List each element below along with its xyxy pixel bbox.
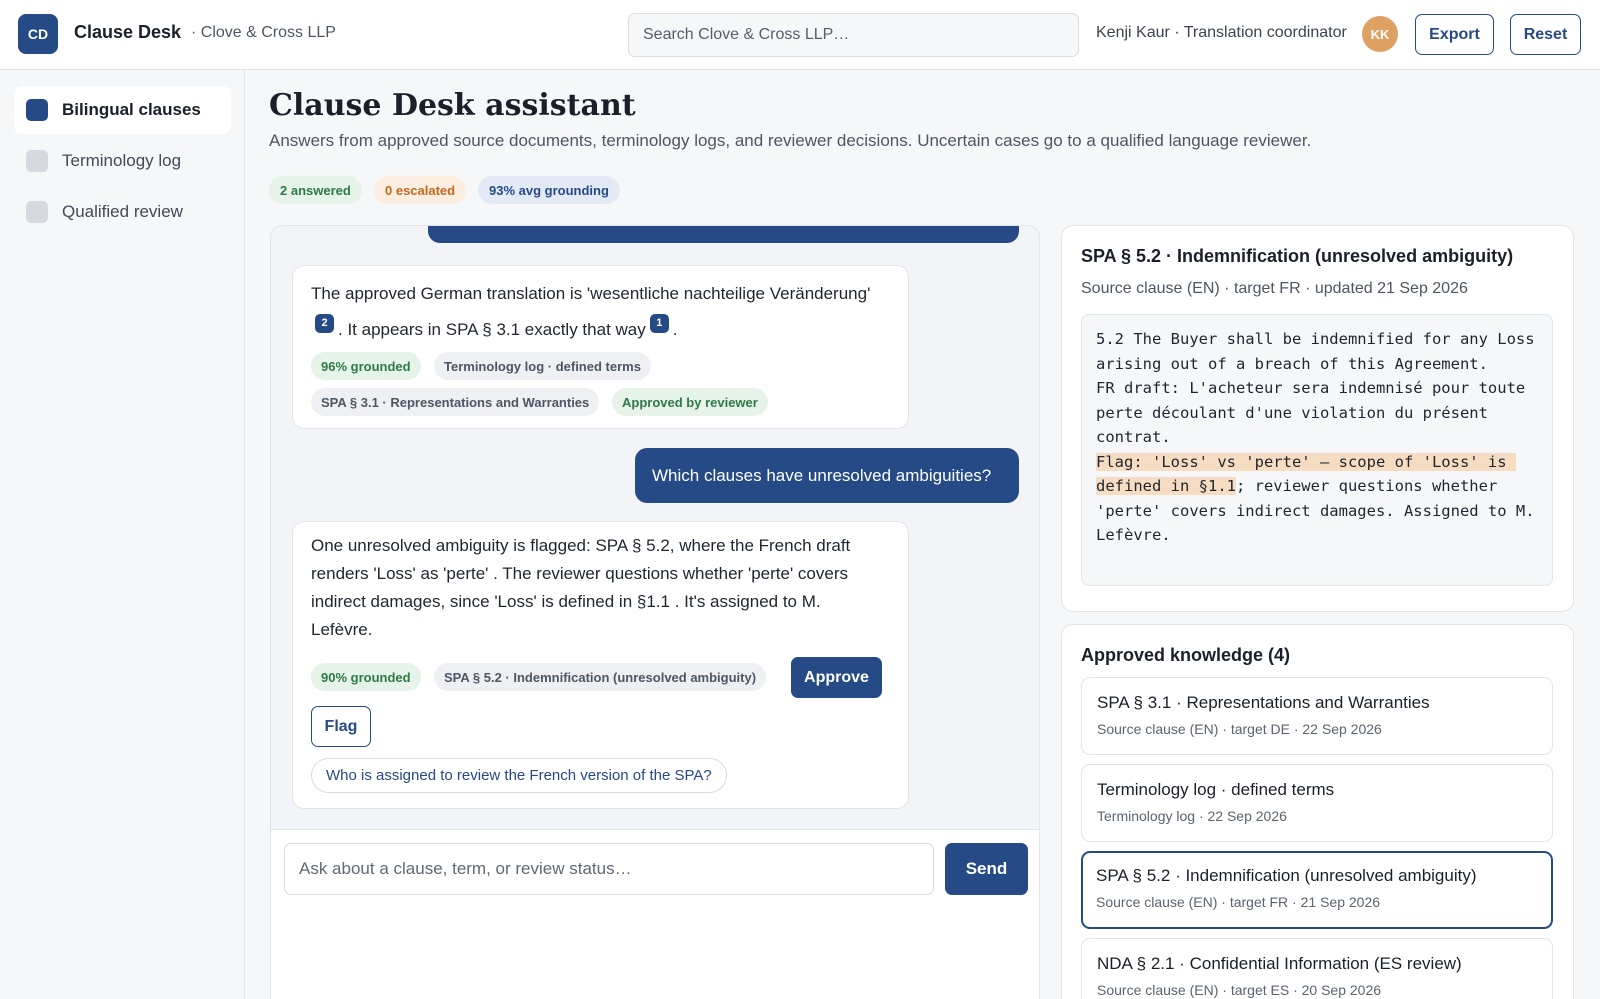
clause-title: SPA § 5.2 · Indemnification (unresolved …: [1081, 246, 1514, 266]
approve-button[interactable]: Approve: [791, 657, 882, 698]
knowledge-item-selected[interactable]: SPA § 5.2 · Indemnification (unresolved …: [1081, 851, 1553, 929]
sidebar-item-label: Terminology log: [62, 151, 182, 170]
page-title: Clause Desk assistant: [269, 88, 636, 123]
nav-square-icon: [26, 150, 48, 172]
sidebar-item-label: Qualified review: [62, 202, 183, 221]
chat-panel: The approved German translation is 'wese…: [270, 225, 1040, 999]
knowledge-item-meta: Source clause (EN) · target DE · 22 Sep …: [1097, 721, 1382, 737]
knowledge-item-meta: Source clause (EN) · target ES · 20 Sep …: [1097, 982, 1382, 998]
app-logo: CD: [18, 14, 58, 54]
grounded-badge: 96% grounded: [311, 352, 421, 380]
assistant-message: The approved German translation is 'wese…: [292, 265, 909, 429]
app-name: Clause Desk: [74, 22, 182, 42]
nav-square-icon: [26, 99, 48, 121]
user-message: Which clauses have unresolved ambiguitie…: [635, 448, 1019, 503]
search-input[interactable]: [628, 13, 1079, 57]
avatar[interactable]: KK: [1362, 16, 1398, 52]
clause-meta: Source clause (EN) · target FR · updated…: [1081, 280, 1468, 297]
send-button[interactable]: Send: [945, 843, 1028, 895]
knowledge-item-title: SPA § 3.1 · Representations and Warranti…: [1097, 693, 1430, 712]
knowledge-item[interactable]: NDA § 2.1 · Confidential Information (ES…: [1081, 938, 1553, 999]
assistant-message: One unresolved ambiguity is flagged: SPA…: [292, 521, 909, 809]
knowledge-item[interactable]: SPA § 3.1 · Representations and Warranti…: [1081, 677, 1553, 755]
export-button[interactable]: Export: [1415, 14, 1494, 55]
escalated-badge: 0 escalated: [374, 176, 467, 204]
knowledge-item[interactable]: Terminology log · defined terms Terminol…: [1081, 764, 1553, 842]
assistant-message-text: One unresolved ambiguity is flagged: SPA…: [311, 536, 851, 639]
source-chip[interactable]: Terminology log · defined terms: [434, 352, 651, 380]
sidebar: Bilingual clauses Terminology log Qualif…: [0, 70, 245, 999]
grounded-badge: 90% grounded: [311, 663, 421, 691]
sidebar-item-label: Bilingual clauses: [62, 100, 201, 119]
sidebar-item-bilingual-clauses[interactable]: Bilingual clauses: [14, 86, 231, 134]
citation-marker[interactable]: 1: [649, 314, 669, 333]
page-subtitle: Answers from approved source documents, …: [269, 131, 1312, 150]
clause-detail-panel: SPA § 5.2 · Indemnification (unresolved …: [1061, 225, 1574, 612]
previous-user-message: [428, 226, 1019, 243]
user-info: Kenji Kaur · Translation coordinator: [1096, 24, 1347, 41]
message-input[interactable]: [284, 843, 934, 895]
citation-marker[interactable]: 2: [315, 314, 334, 333]
knowledge-item-meta: Source clause (EN) · target FR · 21 Sep …: [1096, 894, 1381, 910]
source-chip[interactable]: SPA § 3.1 · Representations and Warranti…: [311, 388, 600, 416]
grounding-badge: 93% avg grounding: [478, 176, 620, 204]
knowledge-item-title: SPA § 5.2 · Indemnification (unresolved …: [1096, 866, 1477, 885]
approved-knowledge-panel: Approved knowledge (4) SPA § 3.1 · Repre…: [1061, 624, 1574, 999]
sidebar-item-qualified-review[interactable]: Qualified review: [14, 188, 231, 236]
knowledge-item-title: Terminology log · defined terms: [1097, 780, 1335, 799]
knowledge-title: Approved knowledge (4): [1081, 645, 1291, 665]
sidebar-item-terminology-log[interactable]: Terminology log: [14, 137, 231, 185]
org-name: · Clove & Cross LLP: [191, 24, 336, 41]
composer-bar: Send: [271, 829, 1039, 999]
answered-badge: 2 answered: [269, 176, 362, 204]
clause-text: 5.2 The Buyer shall be indemnified for a…: [1081, 314, 1553, 586]
assistant-message-text: The approved German translation is 'wese…: [311, 284, 871, 339]
approval-status-badge: Approved by reviewer: [612, 388, 768, 416]
reset-button[interactable]: Reset: [1510, 14, 1581, 55]
source-chip[interactable]: SPA § 5.2 · Indemnification (unresolved …: [434, 663, 767, 691]
suggested-question-chip[interactable]: Who is assigned to review the French ver…: [311, 758, 727, 793]
knowledge-item-title: NDA § 2.1 · Confidential Information (ES…: [1097, 954, 1462, 973]
top-bar: CD Clause Desk · Clove & Cross LLP Kenji…: [0, 0, 1600, 70]
nav-square-icon: [26, 201, 48, 223]
knowledge-item-meta: Terminology log · 22 Sep 2026: [1097, 808, 1287, 824]
flag-button[interactable]: Flag: [311, 706, 371, 747]
